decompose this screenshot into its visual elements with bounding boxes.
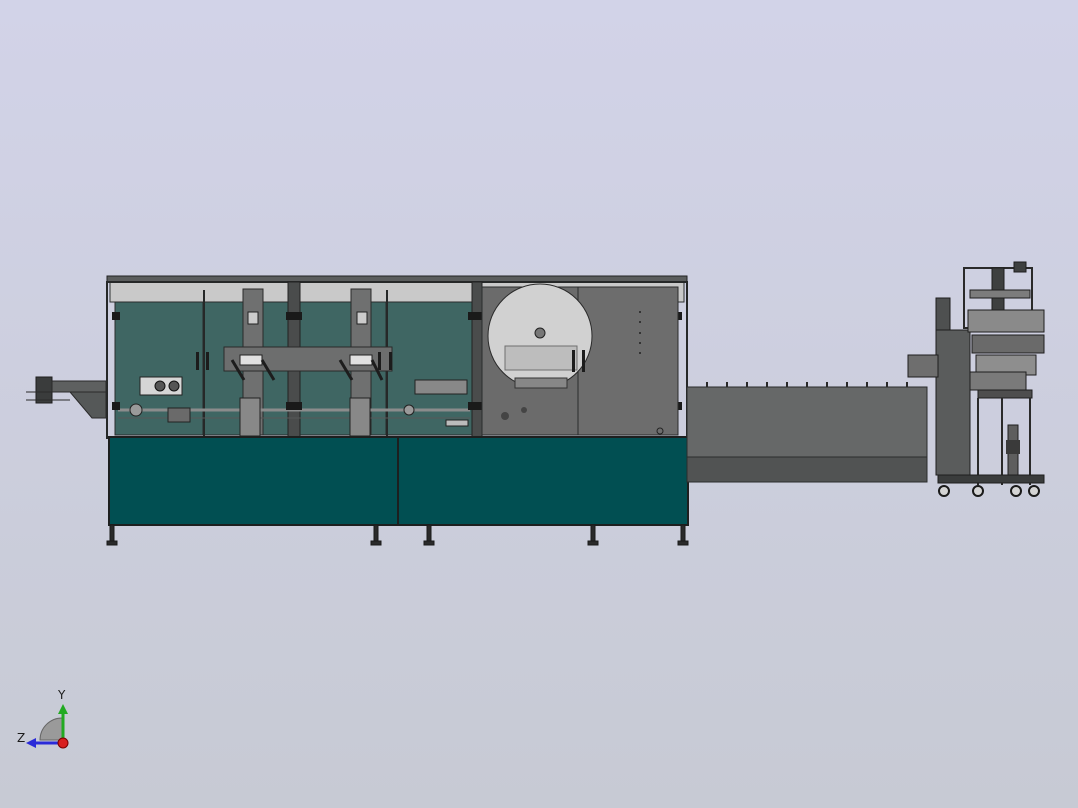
cad-3d-viewport[interactable]: Y Z (0, 0, 1078, 808)
glass-panel-4 (385, 301, 473, 436)
main-machine[interactable] (106, 275, 689, 546)
base-cabinet-right (397, 436, 689, 526)
base-cabinet-left (108, 436, 399, 526)
y-axis-label: Y (58, 688, 66, 702)
cad-model-scene[interactable] (0, 0, 1078, 808)
steel-door-right (577, 286, 679, 436)
outfeed-conveyor[interactable] (686, 382, 928, 483)
x-axis-dot (57, 737, 69, 749)
z-axis-label: Z (17, 731, 26, 745)
